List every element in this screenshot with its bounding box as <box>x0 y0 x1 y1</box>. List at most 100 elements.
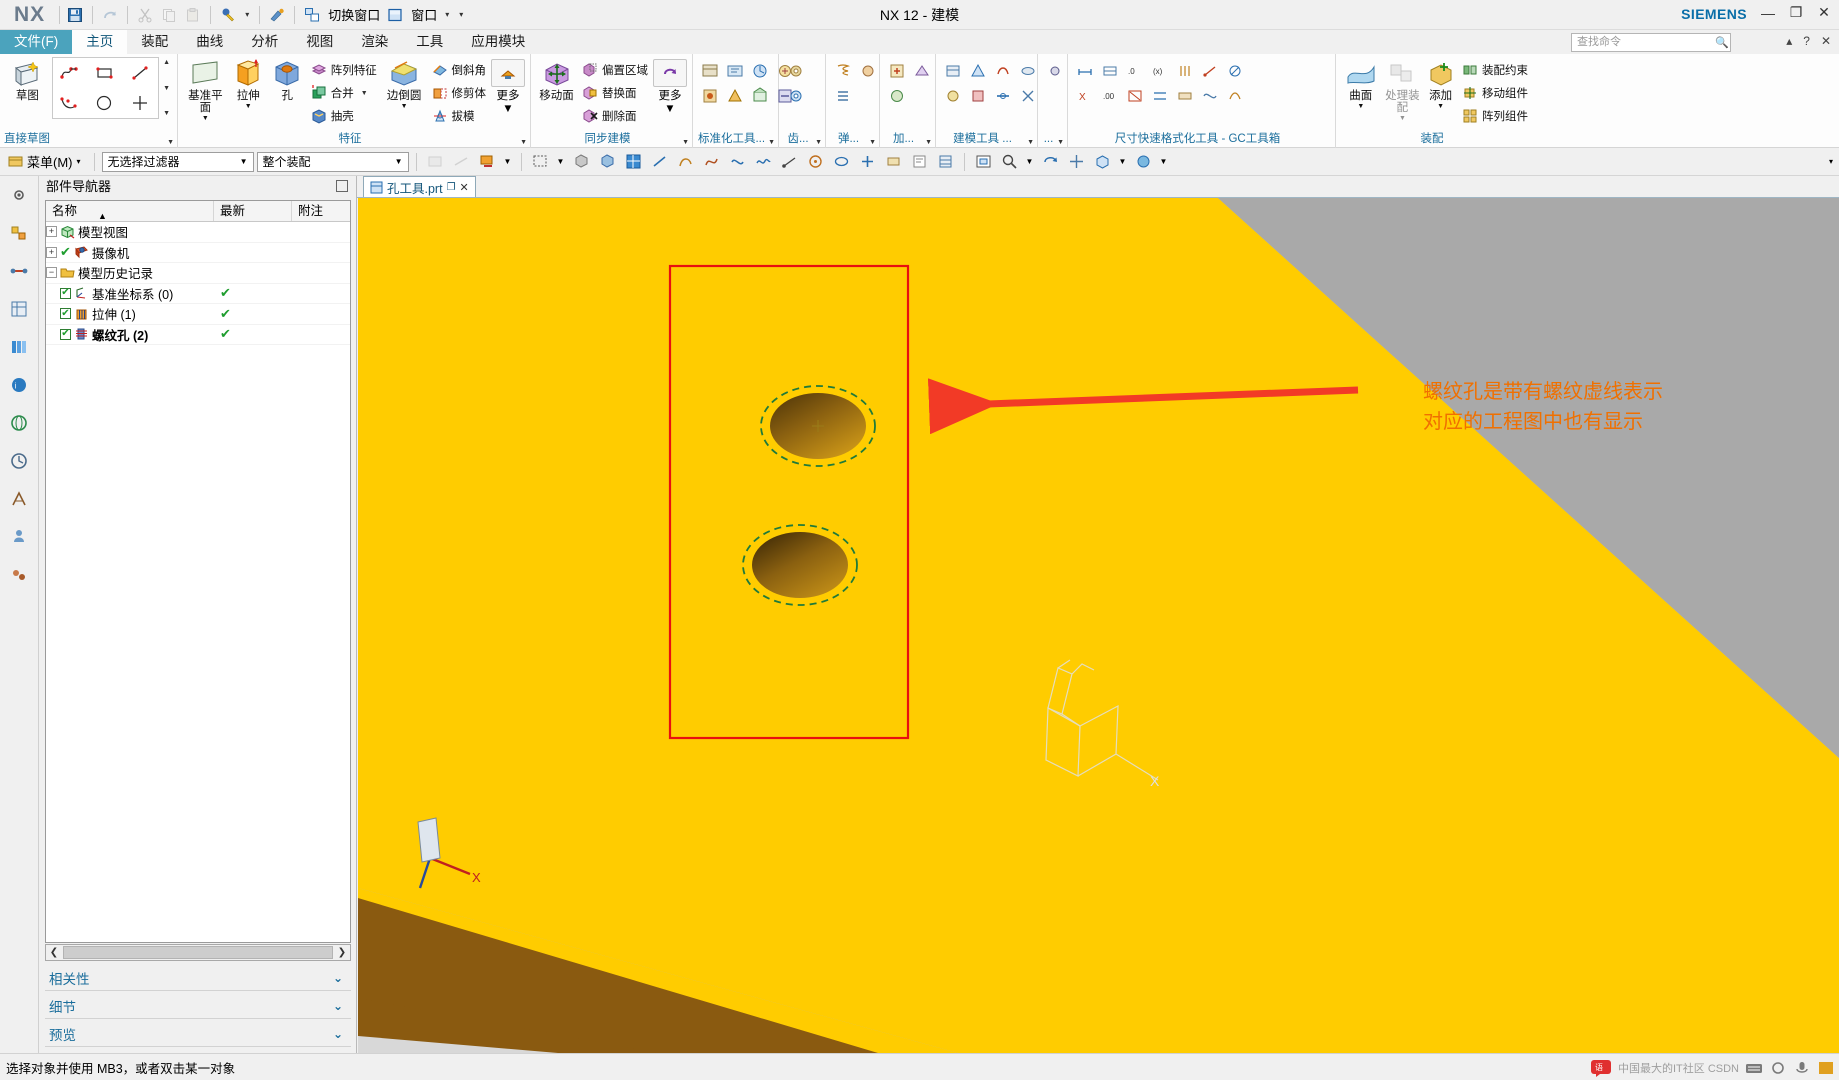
gc-icon-13[interactable] <box>1223 59 1247 83</box>
gc-icon-11[interactable] <box>1198 59 1222 83</box>
qat-overflow-icon[interactable]: ▾ <box>455 10 467 19</box>
expander-icon[interactable]: + <box>46 246 57 258</box>
move-component-button[interactable]: 移动组件 <box>1459 82 1531 104</box>
shaded-icon[interactable] <box>570 151 593 173</box>
paint-icon[interactable] <box>266 4 288 26</box>
visibility-checkbox[interactable]: ✔ <box>60 308 71 320</box>
ribbon-close-icon[interactable]: ✕ <box>1821 34 1831 48</box>
paste-icon[interactable] <box>182 4 204 26</box>
extrude-button[interactable]: 拉伸 ▼ <box>230 57 267 110</box>
group-caption-gear[interactable]: 齿... ▼ <box>779 131 825 148</box>
dim-tool-icon[interactable] <box>882 151 905 173</box>
curve-tool-icon[interactable] <box>726 151 749 173</box>
menu-button[interactable]: 菜单(M) ▾ <box>6 152 87 171</box>
spline-tool-icon[interactable] <box>700 151 723 173</box>
close-button[interactable]: ✕ <box>1815 4 1833 21</box>
chevron-down-icon[interactable]: ▼ <box>1399 115 1406 122</box>
scroll-expand-icon[interactable]: ▼ <box>163 110 170 117</box>
switch-window-icon[interactable] <box>301 4 323 26</box>
chevron-down-icon[interactable]: ▼ <box>202 115 209 122</box>
spring-icon-2[interactable] <box>831 84 855 108</box>
chevron-down-icon[interactable]: ▾ <box>241 10 253 19</box>
history-icon[interactable] <box>6 448 32 474</box>
cut-icon[interactable] <box>134 4 156 26</box>
wave-tool-icon[interactable] <box>752 151 775 173</box>
table-row[interactable]: ✔ 螺纹孔 (2) ✔ <box>46 325 350 345</box>
modeling-icon-1[interactable] <box>941 59 965 83</box>
more-icon[interactable] <box>653 59 687 87</box>
pan-icon[interactable] <box>1065 151 1088 173</box>
pattern-feature-button[interactable]: 阵列特征 <box>308 59 380 81</box>
add-icon-1[interactable] <box>885 59 909 83</box>
orient-dropdown-icon[interactable]: ▼ <box>1117 151 1129 173</box>
gc-icon-2[interactable]: X <box>1073 84 1097 108</box>
std-icon-1[interactable] <box>698 59 722 83</box>
chevron-down-icon[interactable]: ⌄ <box>333 971 343 985</box>
graphics-viewport[interactable]: 螺纹孔是带有螺纹虚线表示 对应的工程图中也有显示 X X <box>358 198 1839 1053</box>
delete-face-button[interactable]: 删除面 <box>579 105 651 127</box>
draft-button[interactable]: 拔模 <box>429 105 490 127</box>
surface-button[interactable]: 曲面 ▼ <box>1341 57 1381 110</box>
gear-icon-2[interactable] <box>784 84 808 108</box>
expander-icon[interactable]: − <box>46 267 57 279</box>
gc-icon-4[interactable]: .00 <box>1098 84 1122 108</box>
chat-icon[interactable]: 语 <box>1590 1058 1612 1078</box>
gc-icon-9[interactable] <box>1173 59 1197 83</box>
offset-region-button[interactable]: 偏置区域 <box>579 59 651 81</box>
column-header-latest[interactable]: 最新 <box>214 201 292 221</box>
gc-icon-12[interactable] <box>1198 84 1222 108</box>
modeling-icon-2[interactable] <box>941 84 965 108</box>
feature-more-button[interactable]: 更多 ▼ <box>491 57 525 115</box>
copy-icon[interactable] <box>158 4 180 26</box>
group-caption-assembly[interactable]: 装配 <box>1336 131 1536 148</box>
selection-scope-combo[interactable]: 整个装配 ▼ <box>256 151 409 172</box>
search-input[interactable]: 查找命令 <box>1571 33 1731 52</box>
search-icon[interactable]: 🔍 <box>1715 36 1729 49</box>
trim-icon[interactable] <box>129 91 153 115</box>
group-caption-standardize[interactable]: 标准化工具... ▼ <box>693 131 778 148</box>
settings-tray-icon[interactable] <box>1769 1059 1787 1077</box>
group-caption-direct-sketch[interactable]: 直接草图 ▼ <box>0 131 177 148</box>
chevron-down-icon[interactable]: ▼ <box>664 103 675 115</box>
std-icon-2[interactable] <box>698 84 722 108</box>
tab-application[interactable]: 应用模块 <box>457 30 539 54</box>
hd3d-icon[interactable]: i <box>6 372 32 398</box>
redo-icon[interactable] <box>99 4 121 26</box>
selection-filter-combo[interactable]: 无选择过滤器 ▼ <box>101 151 254 172</box>
expander-icon[interactable]: + <box>46 226 57 238</box>
hole-button[interactable]: 孔 <box>269 57 306 102</box>
constraint-nav-icon[interactable] <box>6 258 32 284</box>
group-caption-add[interactable]: 加... ▼ <box>880 131 935 148</box>
arc-tool-icon[interactable] <box>674 151 697 173</box>
window-icon[interactable] <box>384 4 406 26</box>
column-header-name[interactable]: 名称 ▲ <box>46 201 214 221</box>
section-preview[interactable]: 预览 ⌄ <box>45 1021 351 1047</box>
chevron-down-icon[interactable]: ▼ <box>245 103 252 110</box>
arc-icon[interactable] <box>58 91 82 115</box>
view-fit-icon[interactable] <box>972 151 995 173</box>
group-caption-gc-toolbox[interactable]: 尺寸快速格式化工具 - GC工具箱 <box>1068 131 1335 148</box>
std-icon-5[interactable] <box>748 59 772 83</box>
chevron-down-icon[interactable]: ▼ <box>392 157 406 166</box>
rectangle-icon[interactable] <box>93 61 117 85</box>
part-navigator-tree[interactable]: 名称 ▲ 最新 附注 + 模型视图 + ✔ 摄像机 − 模型历史记录 ✔ 基准坐… <box>45 200 351 943</box>
chevron-down-icon[interactable]: ▼ <box>361 90 368 97</box>
add-icon-2[interactable] <box>885 84 909 108</box>
circle-icon[interactable] <box>93 91 117 115</box>
close-icon[interactable]: ✕ <box>460 181 469 194</box>
minimize-ribbon-icon[interactable]: ▴ <box>1786 34 1792 48</box>
minimize-button[interactable]: — <box>1759 5 1777 21</box>
add-component-button[interactable]: 添加 ▼ <box>1424 57 1457 110</box>
sketch-button[interactable]: 草图 <box>5 57 50 102</box>
modeling-icon-4[interactable] <box>966 84 990 108</box>
group-caption-misc[interactable]: ... ▼ <box>1038 131 1067 148</box>
assembly-constraint-button[interactable]: 装配约束 <box>1459 59 1531 81</box>
window-label[interactable]: 窗口 <box>408 5 439 24</box>
chevron-down-icon[interactable]: ▼ <box>1357 103 1364 110</box>
visibility-checkbox[interactable]: ✔ <box>60 328 71 340</box>
modeling-icon-5[interactable] <box>991 59 1015 83</box>
table-row[interactable]: + ✔ 摄像机 <box>46 243 350 263</box>
scroll-down-icon[interactable]: ▼ <box>163 85 170 92</box>
group-caption-modeling-tools[interactable]: 建模工具 ... ▼ <box>936 131 1037 148</box>
table-row[interactable]: + 模型视图 <box>46 222 350 243</box>
